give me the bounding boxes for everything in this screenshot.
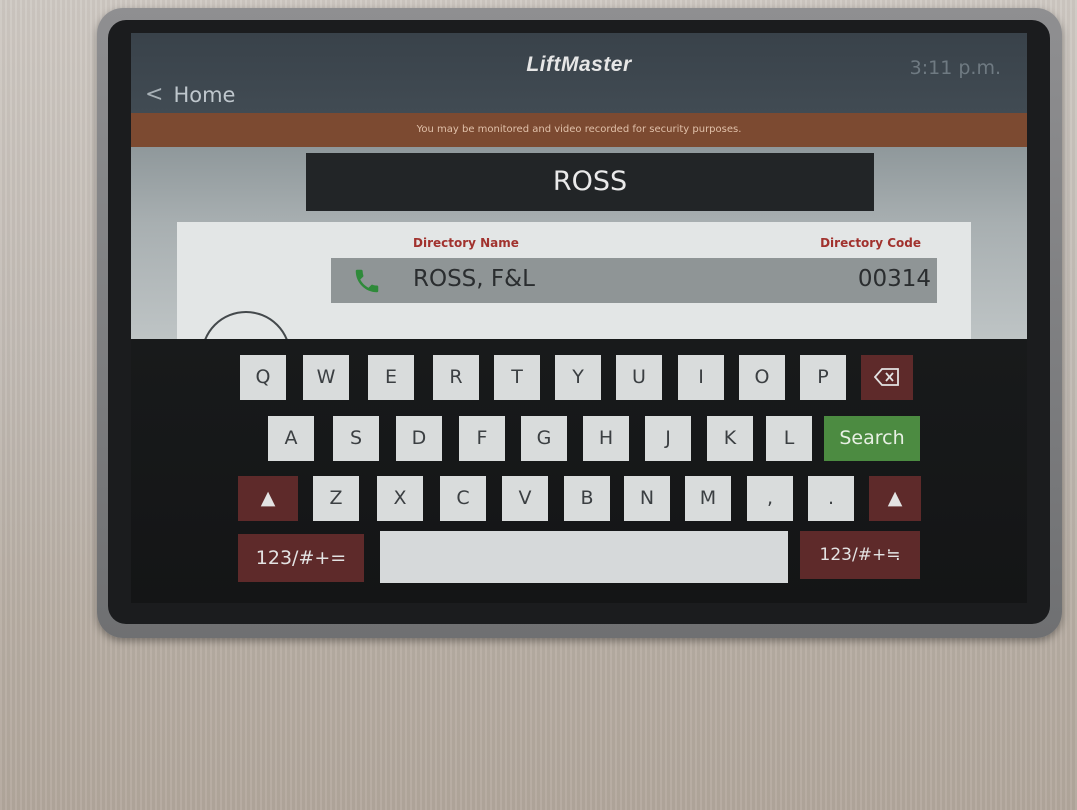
key-period[interactable]: . bbox=[808, 476, 854, 521]
key-e[interactable]: E bbox=[368, 355, 414, 400]
key-i[interactable]: I bbox=[678, 355, 724, 400]
symbols-right-key[interactable]: 123/#+≒ bbox=[800, 531, 920, 579]
backspace-icon bbox=[873, 368, 899, 386]
phone-icon bbox=[355, 269, 379, 293]
symbols-left-key[interactable]: 123/#+= bbox=[238, 534, 364, 582]
key-x[interactable]: X bbox=[377, 476, 423, 521]
key-u[interactable]: U bbox=[616, 355, 662, 400]
home-label: Home bbox=[173, 82, 236, 107]
key-n[interactable]: N bbox=[624, 476, 670, 521]
key-j[interactable]: J bbox=[645, 416, 691, 461]
search-query-display[interactable]: ROSS bbox=[306, 153, 874, 211]
directory-content: ROSS Directory Name Directory Code ROSS,… bbox=[131, 147, 1027, 401]
directory-entry-row[interactable]: ROSS, F&L 00314 bbox=[331, 258, 937, 303]
key-b[interactable]: B bbox=[564, 476, 610, 521]
key-g[interactable]: G bbox=[521, 416, 567, 461]
entry-name: ROSS, F&L bbox=[413, 266, 535, 292]
shift-left-key[interactable]: ▲ bbox=[238, 476, 298, 521]
backspace-key[interactable] bbox=[861, 355, 913, 400]
column-header-code: Directory Code bbox=[820, 236, 921, 250]
on-screen-keyboard: Q W E R T Y U I O P A S D F G H J K L Se… bbox=[131, 339, 1027, 603]
key-h[interactable]: H bbox=[583, 416, 629, 461]
column-header-name: Directory Name bbox=[413, 236, 519, 250]
key-q[interactable]: Q bbox=[240, 355, 286, 400]
brand-logo: LiftMaster bbox=[526, 53, 632, 76]
touch-screen: LiftMaster 3:11 p.m. < Home You may be m… bbox=[131, 33, 1027, 603]
key-w[interactable]: W bbox=[303, 355, 349, 400]
key-d[interactable]: D bbox=[396, 416, 442, 461]
top-bar: LiftMaster 3:11 p.m. < Home bbox=[131, 33, 1027, 113]
shift-right-key[interactable]: ▲ bbox=[869, 476, 921, 521]
space-bar[interactable] bbox=[380, 531, 788, 583]
results-panel: Directory Name Directory Code ROSS, F&L … bbox=[177, 222, 971, 401]
home-button[interactable]: < Home bbox=[145, 82, 235, 107]
key-t[interactable]: T bbox=[494, 355, 540, 400]
key-a[interactable]: A bbox=[268, 416, 314, 461]
key-r[interactable]: R bbox=[433, 355, 479, 400]
security-notice: You may be monitored and video recorded … bbox=[131, 113, 1027, 147]
entry-code: 00314 bbox=[857, 266, 931, 292]
key-l[interactable]: L bbox=[766, 416, 812, 461]
key-f[interactable]: F bbox=[459, 416, 505, 461]
arrow-up-icon: ▲ bbox=[260, 487, 276, 509]
chevron-left-icon: < bbox=[145, 82, 164, 107]
key-y[interactable]: Y bbox=[555, 355, 601, 400]
clock: 3:11 p.m. bbox=[909, 57, 1001, 79]
arrow-up-icon: ▲ bbox=[887, 487, 903, 509]
key-comma[interactable]: , bbox=[747, 476, 793, 521]
key-z[interactable]: Z bbox=[313, 476, 359, 521]
key-p[interactable]: P bbox=[800, 355, 846, 400]
key-c[interactable]: C bbox=[440, 476, 486, 521]
key-m[interactable]: M bbox=[685, 476, 731, 521]
key-v[interactable]: V bbox=[502, 476, 548, 521]
search-button[interactable]: Search bbox=[824, 416, 920, 461]
key-k[interactable]: K bbox=[707, 416, 753, 461]
key-o[interactable]: O bbox=[739, 355, 785, 400]
key-s[interactable]: S bbox=[333, 416, 379, 461]
